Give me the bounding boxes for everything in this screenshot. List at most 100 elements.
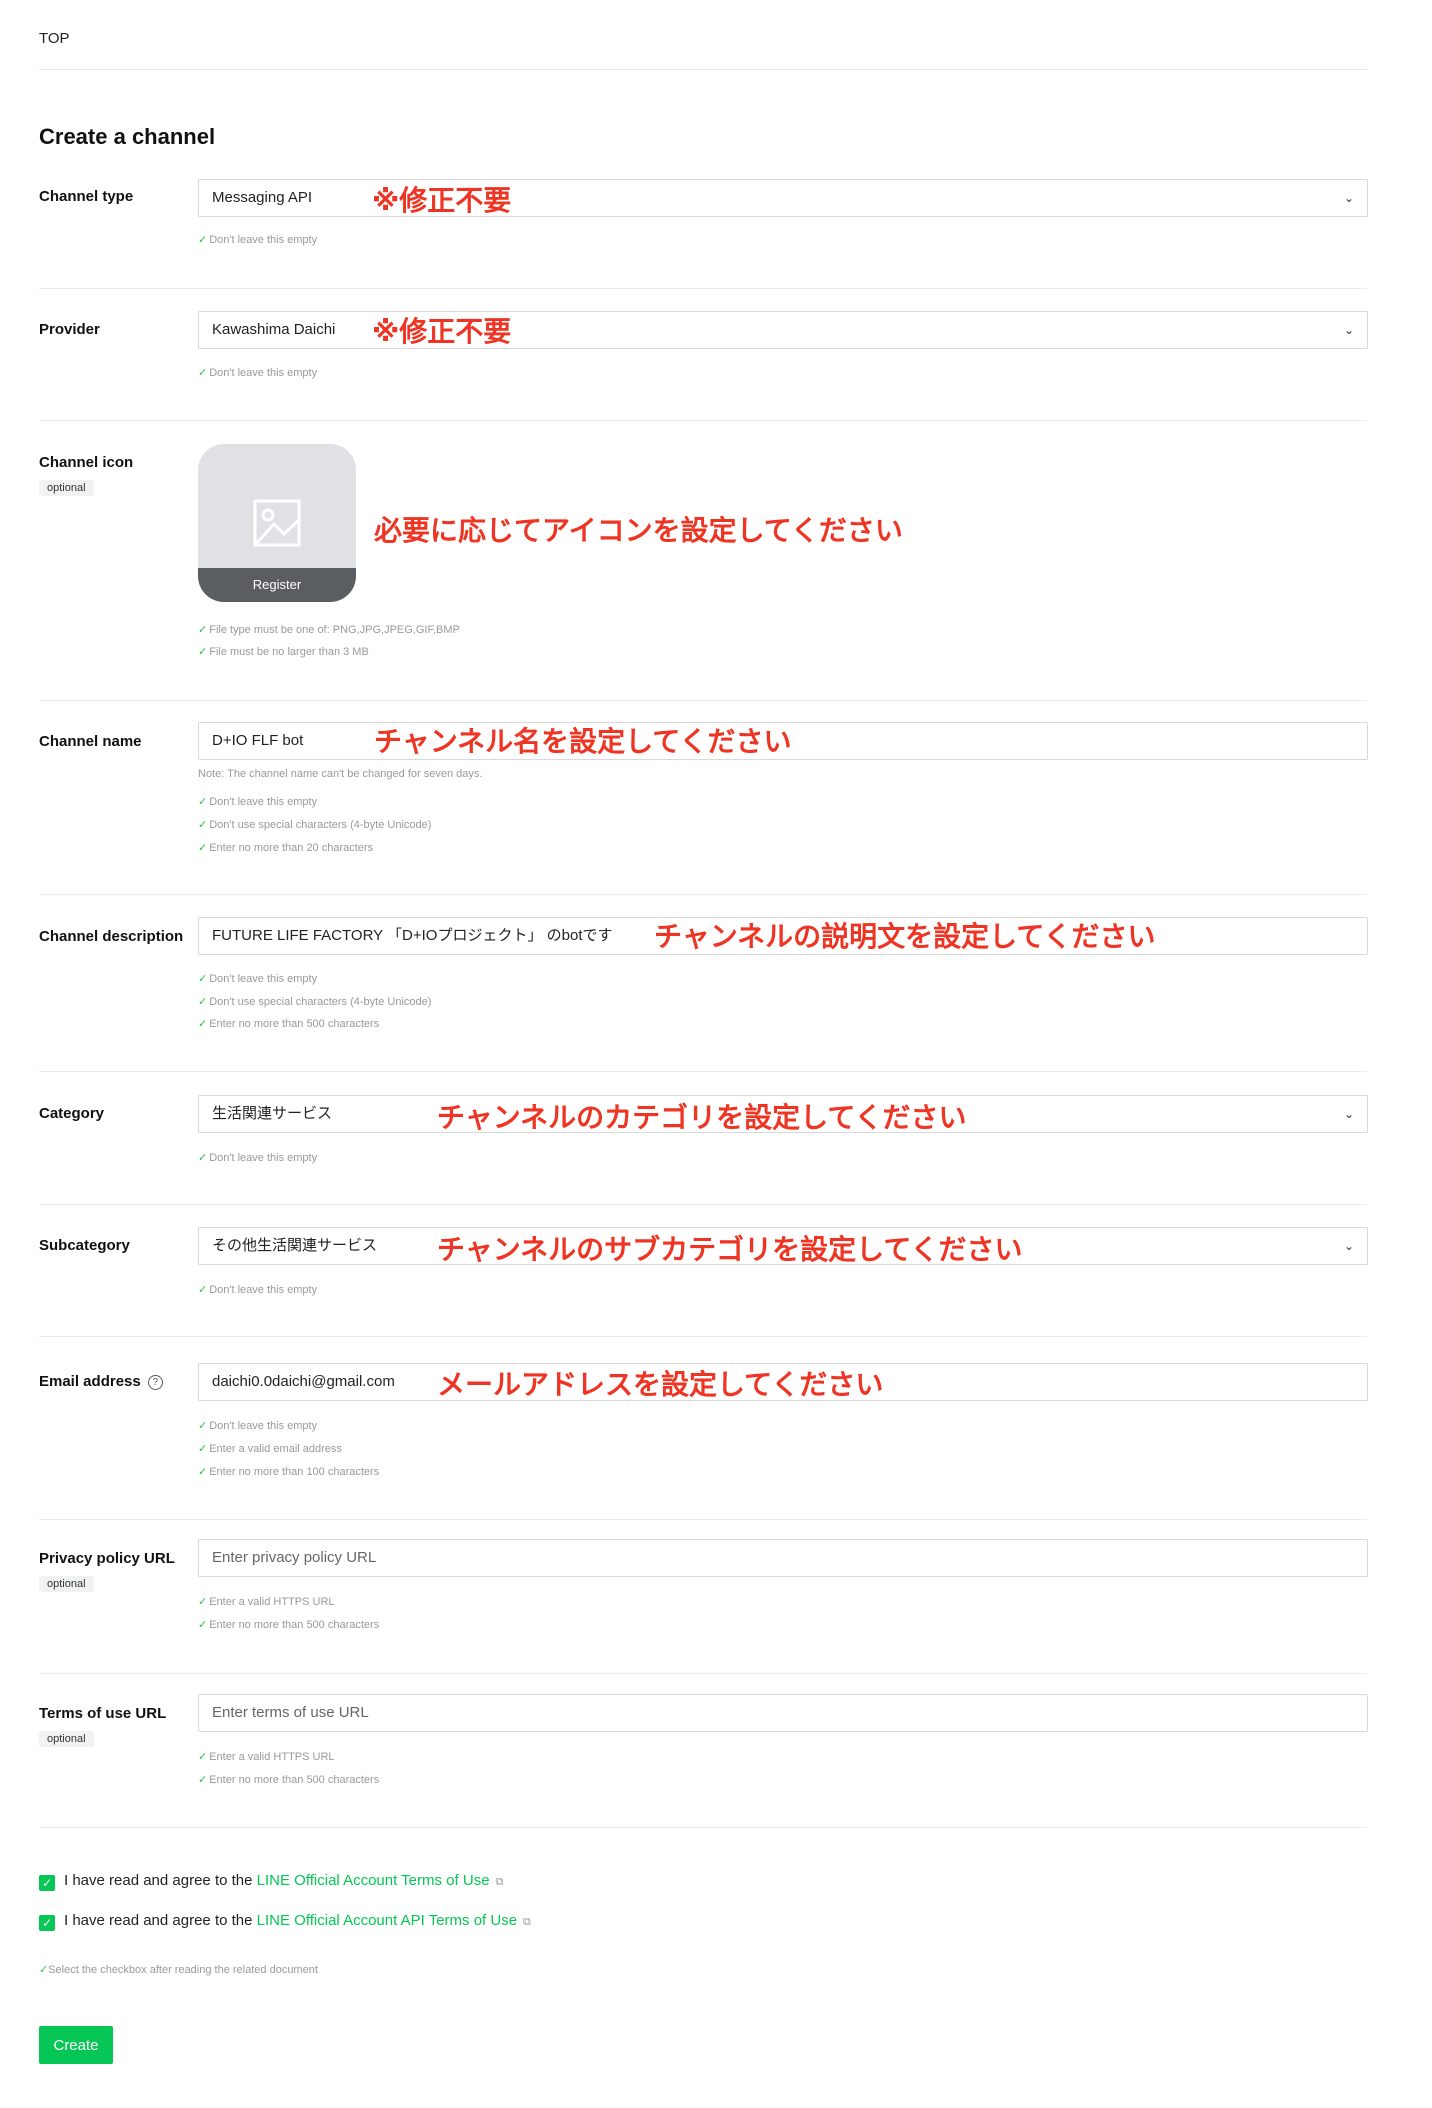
channel-icon-label: Channel icon	[39, 454, 134, 471]
agree-terms-checkbox[interactable]: ✓	[39, 1875, 55, 1891]
check-icon: ✓	[198, 646, 208, 658]
breadcrumb-top[interactable]: TOP	[39, 30, 70, 47]
hint-text: Don't leave this empty	[209, 796, 318, 808]
hint-text: Enter a valid HTTPS URL	[209, 1751, 335, 1763]
annotation-category: チャンネルのカテゴリを設定してください	[437, 1102, 967, 1133]
hint-text: Don't leave this empty	[209, 1284, 318, 1296]
terms-of-use-label: Terms of use URL	[39, 1705, 167, 1722]
divider	[39, 1519, 1367, 1520]
hint-text: Enter no more than 20 characters	[209, 842, 374, 854]
image-placeholder-icon	[253, 499, 301, 547]
agree-api-terms-row: ✓ I have read and agree to the LINE Offic…	[39, 1912, 531, 1931]
check-icon: ✓	[198, 1152, 208, 1164]
hint-text: Don't use special characters (4-byte Uni…	[209, 996, 432, 1008]
privacy-policy-input[interactable]: Enter privacy policy URL	[198, 1539, 1368, 1577]
api-terms-of-use-link[interactable]: LINE Official Account API Terms of Use	[257, 1912, 517, 1929]
hint-item: ✓ Don't leave this empty	[198, 972, 317, 985]
hint-text: File type must be one of: PNG,JPG,JPEG,G…	[209, 624, 460, 636]
check-icon: ✓	[198, 1466, 208, 1478]
channel-type-value: Messaging API	[212, 189, 313, 206]
divider	[39, 288, 1367, 289]
external-link-icon: ⧉	[523, 1916, 531, 1928]
email-label: Email address?	[39, 1373, 163, 1390]
check-icon: ✓	[198, 996, 208, 1008]
optional-badge: optional	[39, 1576, 94, 1592]
hint-item: ✓ Enter a valid HTTPS URL	[198, 1750, 335, 1763]
hint-text: Enter a valid email address	[209, 1443, 342, 1455]
chevron-down-icon: ⌄	[1343, 1239, 1354, 1253]
divider	[39, 894, 1367, 895]
channel-description-label: Channel description	[39, 928, 184, 945]
channel-type-label: Channel type	[39, 188, 134, 205]
hint-text: Enter no more than 100 characters	[209, 1466, 380, 1478]
hint-text: Enter no more than 500 characters	[209, 1018, 380, 1030]
annotation-channel-name: チャンネル名を設定してください	[374, 726, 792, 757]
chevron-down-icon: ⌄	[1343, 323, 1354, 337]
hint-item: ✓ Don't leave this empty	[198, 1151, 317, 1164]
page-title: Create a channel	[39, 124, 216, 149]
register-button[interactable]: Register	[198, 568, 356, 602]
divider	[39, 1336, 1367, 1337]
check-icon: ✓	[198, 1751, 208, 1763]
chevron-down-icon: ⌄	[1343, 191, 1354, 205]
annotation-channel-description: チャンネルの説明文を設定してください	[654, 921, 1156, 952]
hint-item: ✓ Don't leave this empty	[198, 366, 317, 379]
optional-badge: optional	[39, 480, 94, 496]
channel-name-note: Note: The channel name can't be changed …	[198, 768, 483, 780]
check-icon: ✓	[198, 1443, 208, 1455]
category-value: 生活関連サービス	[212, 1105, 333, 1122]
hint-item: ✓ Don't use special characters (4-byte Un…	[198, 995, 431, 1008]
hint-item: ✓ Don't leave this empty	[198, 1283, 317, 1296]
check-icon: ✓	[198, 842, 208, 854]
annotation-email: メールアドレスを設定してください	[437, 1369, 884, 1400]
annotation-channel-icon: 必要に応じてアイコンを設定してください	[374, 515, 903, 546]
divider	[39, 69, 1367, 70]
hint-item: ✓ Don't leave this empty	[198, 233, 317, 246]
hint-item: ✓ Enter no more than 100 characters	[198, 1465, 379, 1478]
divider	[39, 700, 1367, 701]
provider-value: Kawashima Daichi	[212, 321, 336, 338]
hint-item: ✓ Enter no more than 20 characters	[198, 841, 373, 854]
hint-item: ✓ Don't leave this empty	[198, 795, 317, 808]
divider	[39, 1827, 1367, 1828]
hint-text: Don't use special characters (4-byte Uni…	[209, 819, 432, 831]
check-icon: ✓	[198, 1018, 208, 1030]
check-icon: ✓	[198, 1284, 208, 1296]
hint-item: ✓ Enter a valid email address	[198, 1442, 342, 1455]
create-channel-page: TOP Create a channel Channel type Messag…	[0, 0, 1432, 2108]
channel-name-label: Channel name	[39, 733, 142, 750]
hint-text: Enter no more than 500 characters	[209, 1774, 380, 1786]
check-icon: ✓	[198, 796, 208, 808]
check-icon: ✓	[198, 1596, 208, 1608]
hint-text: Don't leave this empty	[209, 234, 318, 246]
check-icon: ✓	[198, 973, 208, 985]
check-icon: ✓	[198, 624, 208, 636]
email-label-text: Email address	[39, 1373, 141, 1390]
divider	[39, 1071, 1367, 1072]
agree-prefix: I have read and agree to the	[64, 1912, 253, 1929]
chevron-down-icon: ⌄	[1343, 1107, 1354, 1121]
hint-item: ✓ Enter a valid HTTPS URL	[198, 1595, 335, 1608]
check-icon: ✓	[198, 1619, 208, 1631]
hint-text: Don't leave this empty	[209, 1420, 318, 1432]
agree-api-terms-checkbox[interactable]: ✓	[39, 1915, 55, 1931]
hint-item: ✓ Enter no more than 500 characters	[198, 1618, 379, 1631]
hint-item: ✓ Don't leave this empty	[198, 1419, 317, 1432]
create-button[interactable]: Create	[39, 2026, 113, 2064]
divider	[39, 1204, 1367, 1205]
privacy-policy-label: Privacy policy URL	[39, 1550, 175, 1567]
subcategory-label: Subcategory	[39, 1237, 130, 1254]
hint-item: ✓ Don't use special characters (4-byte Un…	[198, 818, 431, 831]
subcategory-value: その他生活関連サービス	[212, 1237, 378, 1254]
terms-of-use-link[interactable]: LINE Official Account Terms of Use	[257, 1872, 490, 1889]
annotation-channel-type: ※修正不要	[372, 185, 512, 216]
help-circle-icon[interactable]: ?	[147, 1375, 163, 1390]
category-label: Category	[39, 1105, 105, 1122]
hint-text: Don't leave this empty	[209, 973, 318, 985]
hint-text: Enter a valid HTTPS URL	[209, 1596, 335, 1608]
divider	[39, 420, 1367, 421]
external-link-icon: ⧉	[495, 1876, 504, 1888]
terms-of-use-input[interactable]: Enter terms of use URL	[198, 1694, 1368, 1732]
check-icon: ✓	[198, 234, 208, 246]
channel-icon-upload[interactable]: Register	[198, 444, 356, 602]
